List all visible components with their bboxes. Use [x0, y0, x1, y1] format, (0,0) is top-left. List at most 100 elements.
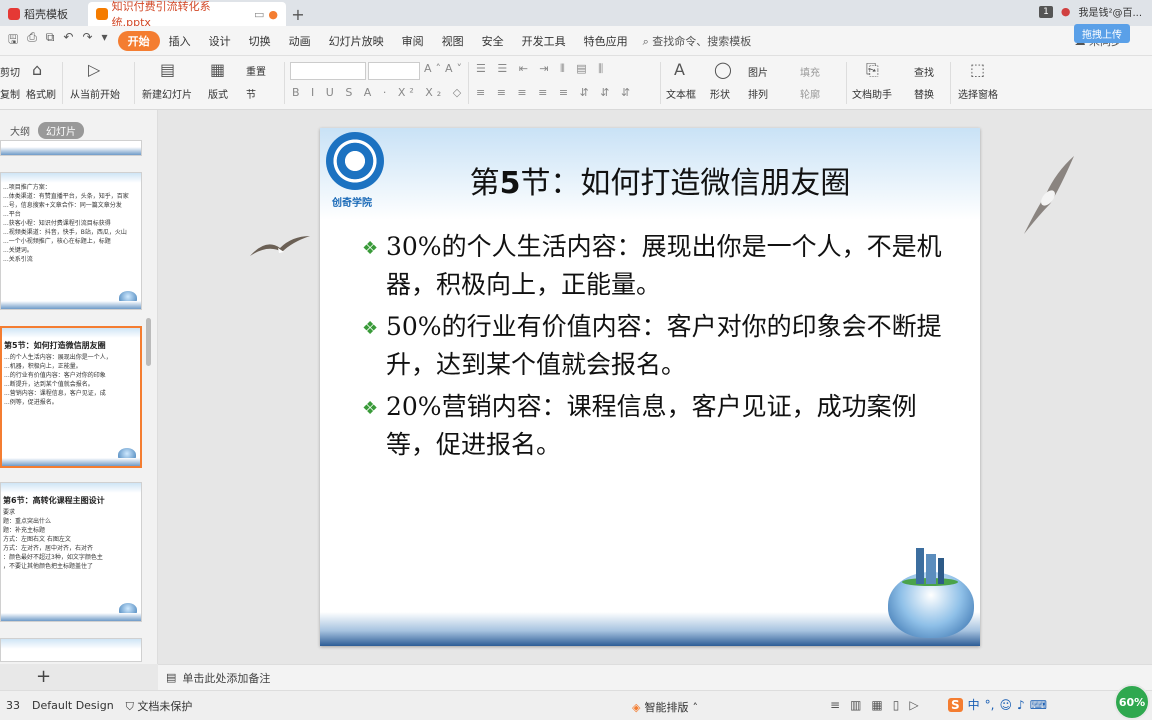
- chevron-up-icon: ˄: [692, 700, 698, 714]
- ime-toolbar: S 中 °, ☺ ♪ ⌨: [948, 696, 1047, 713]
- fill-button[interactable]: 填充: [800, 64, 820, 79]
- menu-view[interactable]: 视图: [433, 33, 473, 49]
- normal-view-icon[interactable]: ▥: [850, 698, 861, 712]
- slide-thumbnail[interactable]: [0, 638, 142, 662]
- text-format-toolbar[interactable]: B I U S A · X² X₂ ◇: [292, 86, 465, 99]
- arrange-button[interactable]: 排列: [748, 86, 768, 101]
- pptx-file-icon: [96, 8, 108, 20]
- mic-icon[interactable]: ♪: [1017, 698, 1025, 712]
- keyboard-icon[interactable]: ⌨: [1030, 698, 1047, 712]
- add-slide-button[interactable]: +: [36, 666, 51, 687]
- ime-logo-icon[interactable]: S: [948, 697, 963, 712]
- tab-slides[interactable]: 幻灯片: [38, 122, 84, 139]
- slide-thumbnail[interactable]: ...项目推广方案： ...体类渠道：有赞直播平台，头条，知乎，百家 ...号，…: [0, 172, 142, 310]
- menu-insert[interactable]: 插入: [160, 33, 200, 49]
- shape-button[interactable]: 形状: [710, 86, 730, 101]
- divider: [134, 62, 135, 104]
- new-slide-button[interactable]: 新建幻灯片: [142, 86, 192, 101]
- diamond-bullet-icon: ❖: [362, 318, 379, 339]
- slide-title[interactable]: 第5节：如何打造微信朋友圈: [320, 158, 980, 202]
- title-number: 5: [499, 166, 521, 201]
- thumb-line: 要求: [3, 509, 16, 516]
- divider: [468, 62, 469, 104]
- smart-layout-icon: ◈: [632, 700, 641, 714]
- window-count-badge[interactable]: 1: [1039, 5, 1053, 18]
- section-button[interactable]: 节: [246, 86, 256, 101]
- user-avatar-icon[interactable]: ●: [1061, 5, 1071, 18]
- thumb-line: ...体类渠道：有赞直播平台，头条，知乎，百家: [3, 193, 129, 200]
- align-toolbar[interactable]: ≡ ≡ ≡ ≡ ≡ ⇵ ⇵ ⇵: [476, 86, 634, 99]
- notes-toggle-icon[interactable]: ≡: [830, 698, 840, 712]
- doc-helper-icon: ⎘: [866, 60, 879, 79]
- reset-button[interactable]: 重置: [246, 63, 266, 78]
- menu-bar: 🖫 ⎙ ⧉ ↶ ↷ ▾ 开始 插入 设计 切换 动画 幻灯片放映 审阅 视图 安…: [0, 26, 1152, 56]
- slide-header-band: [1, 483, 141, 493]
- ime-chinese-icon[interactable]: 中: [968, 696, 980, 713]
- outline-button[interactable]: 轮廓: [800, 86, 820, 101]
- textbox-button[interactable]: 文本框: [666, 86, 696, 101]
- ribbon: 剪切 ⌂ 复制 格式刷 ▷ 从当前开始 ▤ 新建幻灯片 ▦ 版式 重置 节 A˄…: [0, 56, 1152, 110]
- slide-footer-band: [1, 613, 141, 621]
- font-size-select[interactable]: [368, 62, 420, 80]
- copy-button[interactable]: 复制: [0, 86, 20, 101]
- menu-home[interactable]: 开始: [117, 30, 160, 51]
- tab-outline[interactable]: 大纲: [10, 123, 30, 138]
- replace-button[interactable]: 替换: [914, 86, 934, 101]
- menu-animation[interactable]: 动画: [280, 33, 320, 49]
- picture-button[interactable]: 图片: [748, 64, 768, 79]
- menu-slideshow[interactable]: 幻灯片放映: [320, 33, 393, 49]
- theme-name[interactable]: Default Design: [26, 699, 120, 712]
- monitor-icon[interactable]: ▭: [254, 8, 264, 21]
- drag-upload-button[interactable]: 拖拽上传: [1074, 24, 1130, 43]
- thumb-line: ...例等，促进报名。: [4, 399, 58, 406]
- tab-docer-templates[interactable]: 稻壳模板: [0, 2, 88, 26]
- menu-review[interactable]: 审阅: [393, 33, 433, 49]
- save-icon[interactable]: 🖫: [8, 30, 18, 51]
- user-name[interactable]: 我是钱²@百...: [1078, 4, 1142, 19]
- menu-special[interactable]: 特色应用: [575, 33, 637, 49]
- command-search[interactable]: ⌕ 查找命令、搜索模板: [643, 33, 752, 49]
- zoom-badge[interactable]: 60%: [1114, 684, 1150, 720]
- layout-button[interactable]: 版式: [208, 86, 228, 101]
- slide-body-textbox[interactable]: ❖ 30%的个人生活内容：展现出你是一个人，不是机器，积极向上，正能量。 ❖ 5…: [362, 228, 942, 468]
- protect-status[interactable]: ⛉ 文档未保护: [120, 698, 199, 714]
- smart-layout-label: 智能排版: [644, 701, 689, 714]
- bullet-item: ❖ 50%的行业有价值内容：客户对你的印象会不断提升，达到某个值就会报名。: [362, 308, 942, 384]
- reading-view-icon[interactable]: ▯: [893, 698, 900, 712]
- slide-thumbnail[interactable]: 第6节：高转化课程主图设计 要求 题：重点突出什么 题：补充主标题 方式：左图右…: [0, 482, 142, 622]
- menu-transition[interactable]: 切换: [240, 33, 280, 49]
- divider: [950, 62, 951, 104]
- menu-developer[interactable]: 开发工具: [513, 33, 575, 49]
- ime-punct-icon[interactable]: °,: [985, 698, 995, 712]
- redo-icon[interactable]: ↷: [82, 30, 92, 51]
- selection-pane-button[interactable]: 选择窗格: [958, 86, 998, 101]
- emoji-icon[interactable]: ☺: [1000, 698, 1013, 712]
- thumb-line: ...项目推广方案：: [3, 184, 51, 191]
- slide-thumbnail-selected[interactable]: 第5节：如何打造微信朋友圈 ...的个人生活内容：展现出你是一个人， ...机器…: [0, 326, 142, 468]
- slide-sorter-icon[interactable]: ▦: [871, 698, 882, 712]
- current-slide[interactable]: 创奇学院 第5节：如何打造微信朋友圈 ❖ 30%的个人生活内容：展现出你是一个人…: [320, 128, 980, 646]
- notes-bar[interactable]: ▤ 单击此处添加备注: [158, 664, 1152, 690]
- new-tab-button[interactable]: +: [286, 2, 310, 26]
- start-from-current-button[interactable]: 从当前开始: [70, 86, 120, 101]
- bullet-text: 50%的行业有价值内容：客户对你的印象会不断提升，达到某个值就会报名。: [386, 312, 942, 379]
- font-grow-icon[interactable]: A˄A˅: [424, 62, 466, 75]
- preview-icon[interactable]: ⧉: [46, 30, 55, 51]
- tab-document[interactable]: 知识付费引流转化系统.pptx ▭ ●: [88, 0, 286, 29]
- format-painter-button[interactable]: 格式刷: [26, 86, 56, 101]
- find-button[interactable]: 查找: [914, 64, 934, 79]
- smart-layout-button[interactable]: ◈ 智能排版 ˄: [632, 699, 698, 715]
- menu-design[interactable]: 设计: [200, 33, 240, 49]
- undo-icon[interactable]: ↶: [63, 30, 73, 51]
- font-name-select[interactable]: [290, 62, 366, 80]
- menu-security[interactable]: 安全: [473, 33, 513, 49]
- chevron-down-icon[interactable]: ▾: [102, 30, 108, 51]
- present-icon[interactable]: ▷: [909, 698, 918, 712]
- paragraph-toolbar[interactable]: ☰ ☰ ⇤ ⇥ ⫴ ▤ ⫼: [476, 62, 607, 76]
- print-icon[interactable]: ⎙: [27, 30, 37, 51]
- slide-thumbnail[interactable]: [0, 140, 142, 156]
- thumbnail-scrollbar[interactable]: [146, 318, 151, 366]
- doc-helper-button[interactable]: 文档助手: [852, 86, 892, 101]
- divider: [62, 62, 63, 104]
- cut-button[interactable]: 剪切: [0, 64, 20, 79]
